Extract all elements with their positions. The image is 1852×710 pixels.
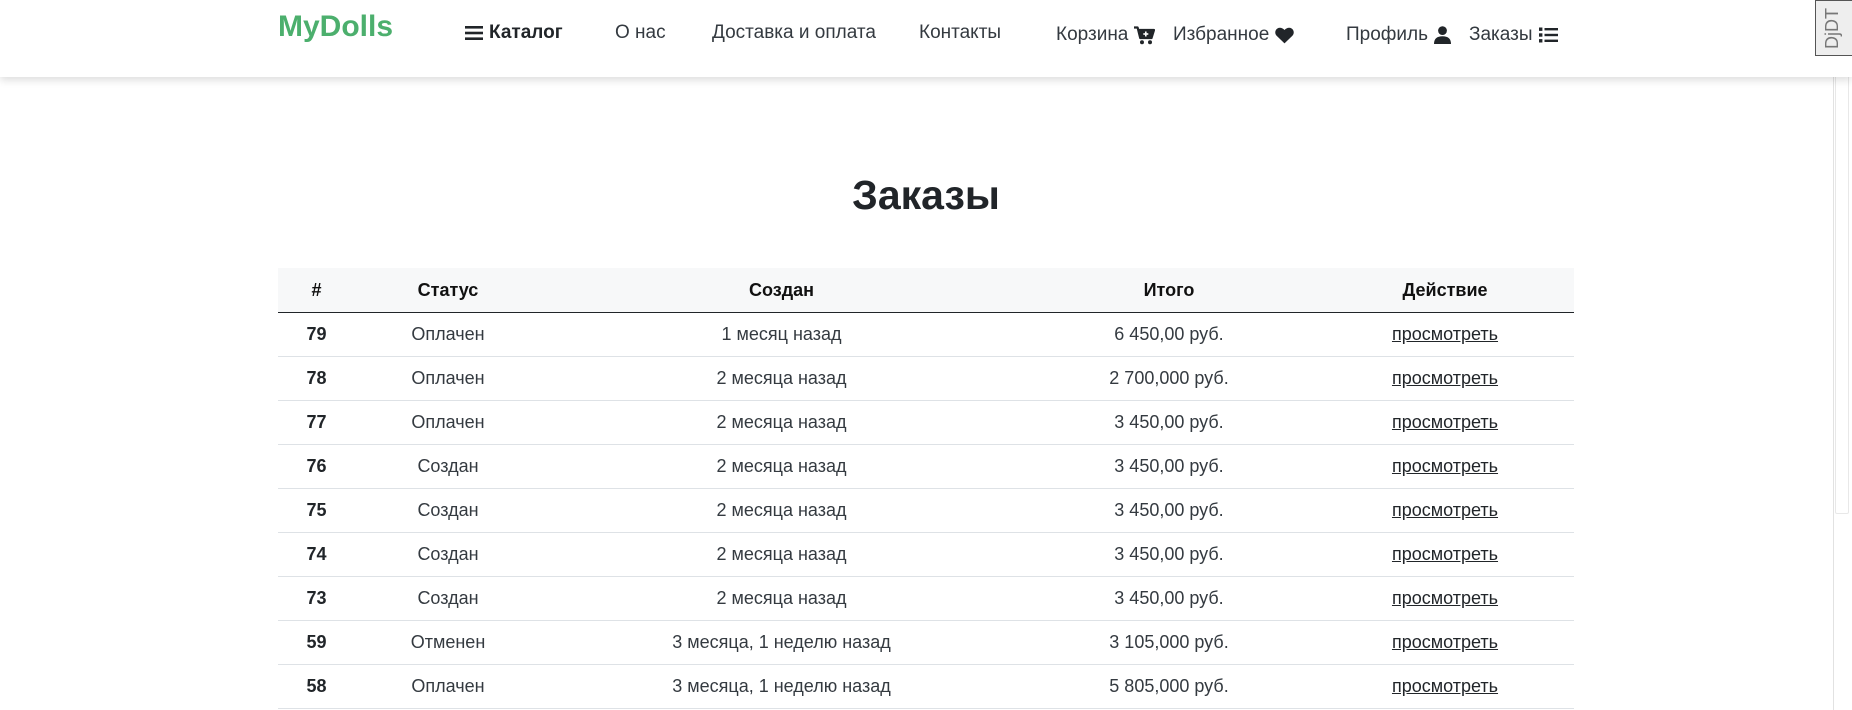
order-number: 74 — [278, 532, 355, 577]
order-action-cell: просмотреть — [1316, 576, 1574, 621]
nav-favorites[interactable]: Избранное — [1173, 24, 1295, 46]
header-action: Действие — [1316, 268, 1574, 313]
table-row: 73 Создан 2 месяца назад 3 450,00 руб. п… — [278, 576, 1574, 621]
order-action-cell: просмотреть — [1316, 620, 1574, 665]
nav-orders-label: Заказы — [1469, 24, 1533, 45]
nav-catalog-label: Каталог — [489, 22, 563, 43]
nav-cart-label: Корзина — [1056, 24, 1129, 45]
order-status: Отменен — [355, 620, 541, 665]
list-icon — [1538, 27, 1558, 43]
view-order-link[interactable]: просмотреть — [1392, 544, 1498, 564]
view-order-link[interactable]: просмотреть — [1392, 632, 1498, 652]
order-number: 78 — [278, 356, 355, 401]
table-row: 75 Создан 2 месяца назад 3 450,00 руб. п… — [278, 488, 1574, 533]
order-status: Оплачен — [355, 400, 541, 445]
order-number: 76 — [278, 444, 355, 489]
view-order-link[interactable]: просмотреть — [1392, 456, 1498, 476]
orders-table: # Статус Создан Итого Действие 79 Оплаче… — [278, 268, 1574, 709]
order-status: Создан — [355, 576, 541, 621]
order-total: 3 450,00 руб. — [1022, 488, 1316, 533]
order-total: 3 450,00 руб. — [1022, 400, 1316, 445]
order-total: 3 450,00 руб. — [1022, 444, 1316, 489]
header-total: Итого — [1022, 268, 1316, 313]
nav-favorites-label: Избранное — [1173, 24, 1270, 45]
order-total: 3 450,00 руб. — [1022, 532, 1316, 577]
order-number: 77 — [278, 400, 355, 445]
order-created: 3 месяца, 1 неделю назад — [541, 664, 1022, 709]
order-total: 3 450,00 руб. — [1022, 576, 1316, 621]
nav-about[interactable]: О нас — [615, 22, 666, 44]
header-number: # — [278, 268, 355, 313]
table-row: 77 Оплачен 2 месяца назад 3 450,00 руб. … — [278, 400, 1574, 445]
order-created: 1 месяц назад — [541, 312, 1022, 357]
order-created: 2 месяца назад — [541, 356, 1022, 401]
header-created: Создан — [541, 268, 1022, 313]
order-created: 2 месяца назад — [541, 400, 1022, 445]
order-created: 3 месяца, 1 неделю назад — [541, 620, 1022, 665]
order-status: Создан — [355, 488, 541, 533]
table-header-row: # Статус Создан Итого Действие — [278, 268, 1574, 313]
nav-orders[interactable]: Заказы — [1469, 24, 1558, 46]
order-status: Оплачен — [355, 664, 541, 709]
order-created: 2 месяца назад — [541, 576, 1022, 621]
order-number: 58 — [278, 664, 355, 709]
nav-catalog[interactable]: Каталог — [465, 22, 563, 44]
brand-logo[interactable]: MyDolls — [278, 10, 393, 44]
order-created: 2 месяца назад — [541, 532, 1022, 577]
cart-icon — [1134, 25, 1156, 45]
order-number: 59 — [278, 620, 355, 665]
table-row: 76 Создан 2 месяца назад 3 450,00 руб. п… — [278, 444, 1574, 489]
order-action-cell: просмотреть — [1316, 312, 1574, 357]
debug-toolbar-label: DjDT — [1822, 8, 1842, 49]
order-status: Оплачен — [355, 312, 541, 357]
navbar: MyDolls Каталог О нас Доставка и оплата … — [0, 0, 1852, 77]
heart-icon — [1275, 27, 1295, 44]
view-order-link[interactable]: просмотреть — [1392, 368, 1498, 388]
order-number: 79 — [278, 312, 355, 357]
order-total: 2 700,000 руб. — [1022, 356, 1316, 401]
order-number: 73 — [278, 576, 355, 621]
order-status: Создан — [355, 444, 541, 489]
bars-icon — [465, 25, 483, 41]
view-order-link[interactable]: просмотреть — [1392, 588, 1498, 608]
order-action-cell: просмотреть — [1316, 400, 1574, 445]
order-created: 2 месяца назад — [541, 488, 1022, 533]
order-total: 3 105,000 руб. — [1022, 620, 1316, 665]
view-order-link[interactable]: просмотреть — [1392, 676, 1498, 696]
view-order-link[interactable]: просмотреть — [1392, 500, 1498, 520]
nav-cart[interactable]: Корзина — [1056, 24, 1156, 46]
page-title: Заказы — [852, 172, 1000, 218]
order-status: Оплачен — [355, 356, 541, 401]
order-total: 6 450,00 руб. — [1022, 312, 1316, 357]
nav-delivery[interactable]: Доставка и оплата — [712, 22, 876, 44]
order-action-cell: просмотреть — [1316, 444, 1574, 489]
nav-contacts[interactable]: Контакты — [919, 22, 1001, 44]
nav-profile[interactable]: Профиль — [1346, 24, 1452, 46]
order-created: 2 месяца назад — [541, 444, 1022, 489]
scrollbar-thumb[interactable] — [1835, 62, 1849, 514]
order-action-cell: просмотреть — [1316, 664, 1574, 709]
user-icon — [1434, 26, 1452, 44]
order-status: Создан — [355, 532, 541, 577]
table-row: 78 Оплачен 2 месяца назад 2 700,000 руб.… — [278, 356, 1574, 401]
order-number: 75 — [278, 488, 355, 533]
view-order-link[interactable]: просмотреть — [1392, 324, 1498, 344]
nav-profile-label: Профиль — [1346, 24, 1429, 45]
order-action-cell: просмотреть — [1316, 532, 1574, 577]
table-row: 79 Оплачен 1 месяц назад 6 450,00 руб. п… — [278, 312, 1574, 357]
order-total: 5 805,000 руб. — [1022, 664, 1316, 709]
table-row: 74 Создан 2 месяца назад 3 450,00 руб. п… — [278, 532, 1574, 577]
order-action-cell: просмотреть — [1316, 488, 1574, 533]
debug-toolbar-handle[interactable]: DjDT — [1815, 0, 1852, 56]
header-status: Статус — [355, 268, 541, 313]
order-action-cell: просмотреть — [1316, 356, 1574, 401]
view-order-link[interactable]: просмотреть — [1392, 412, 1498, 432]
table-row: 58 Оплачен 3 месяца, 1 неделю назад 5 80… — [278, 664, 1574, 709]
table-row: 59 Отменен 3 месяца, 1 неделю назад 3 10… — [278, 620, 1574, 665]
